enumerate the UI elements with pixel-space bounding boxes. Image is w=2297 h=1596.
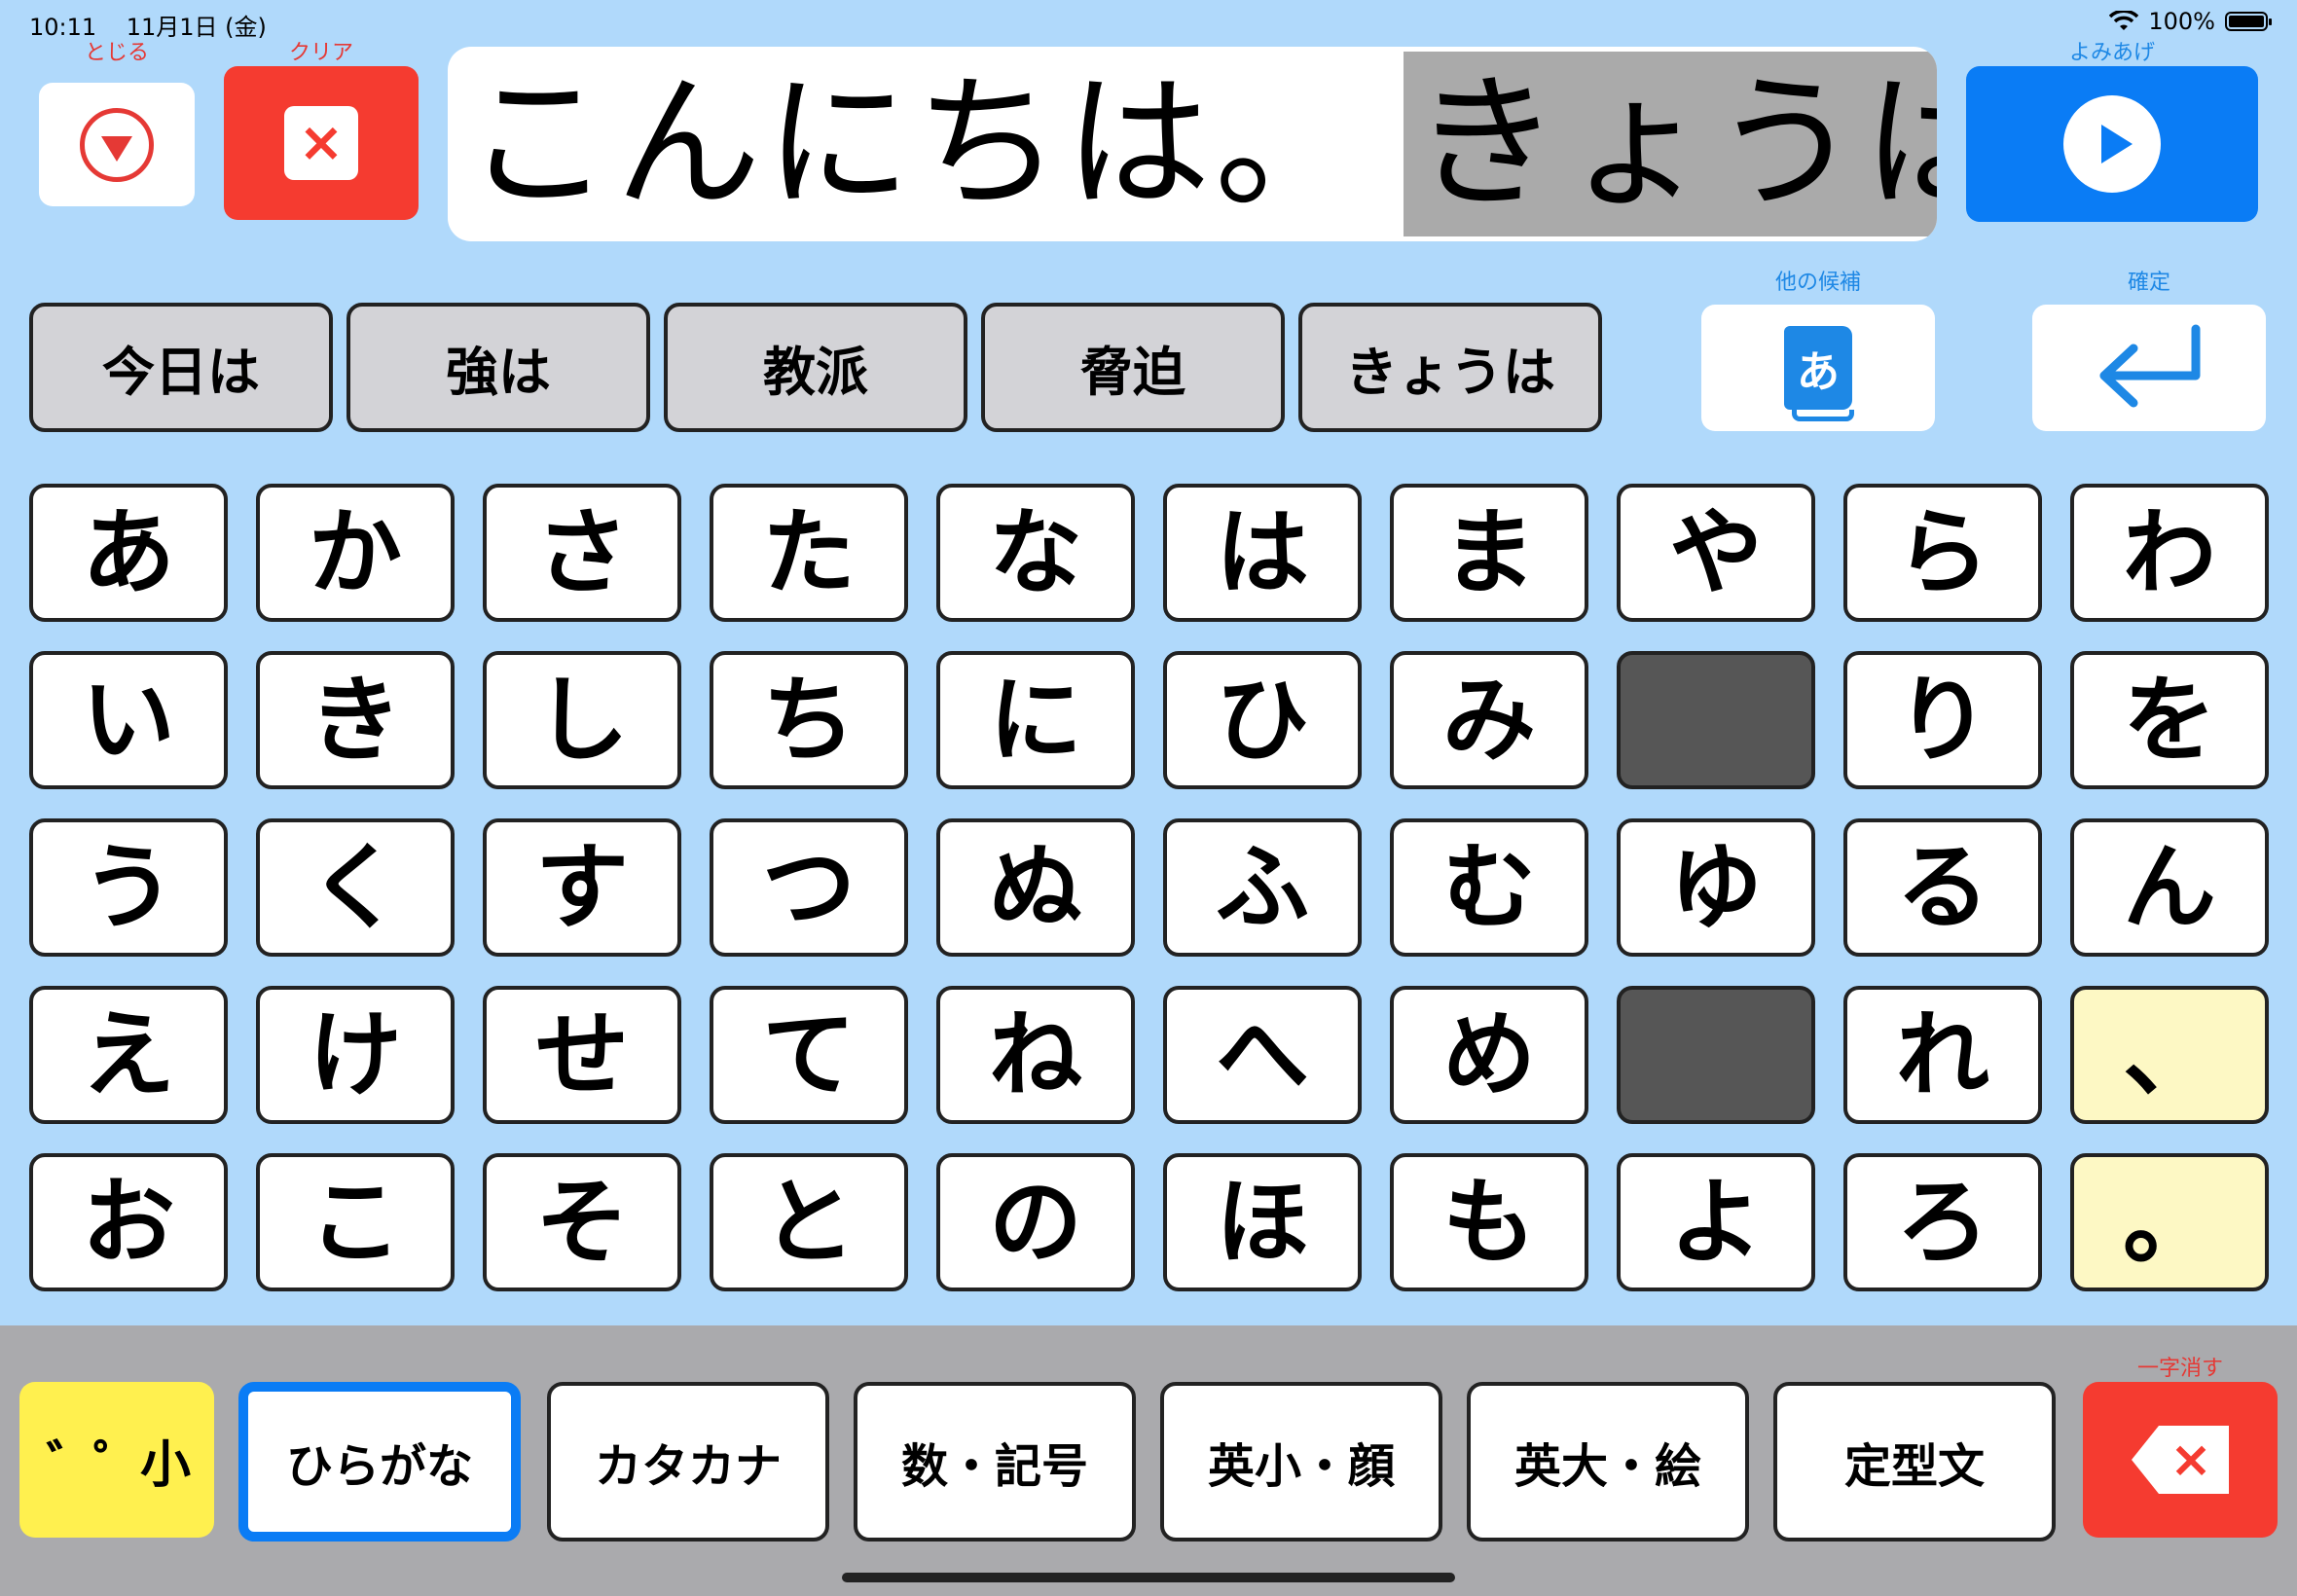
kana-key[interactable]: と	[710, 1153, 908, 1291]
kana-key[interactable]: お	[29, 1153, 228, 1291]
kana-key[interactable]: わ	[2070, 484, 2269, 622]
candidate-button[interactable]: 今日は	[29, 303, 333, 432]
candidate-button[interactable]: きょうは	[1298, 303, 1602, 432]
mode-hiragana[interactable]: ひらがな	[238, 1382, 521, 1542]
blank-key	[1617, 986, 1815, 1124]
kana-key[interactable]: ひ	[1163, 651, 1362, 789]
kana-key[interactable]: ら	[1843, 484, 2042, 622]
kana-key[interactable]: あ	[29, 484, 228, 622]
close-label: とじる	[84, 41, 149, 65]
kana-key[interactable]: め	[1390, 986, 1588, 1124]
backspace-icon: ×	[2132, 1426, 2229, 1494]
dakuten-button[interactable]: ゛゜小	[19, 1382, 214, 1538]
kana-key[interactable]: は	[1163, 484, 1362, 622]
mode-numbers-symbols[interactable]: 数・記号	[854, 1382, 1136, 1542]
home-indicator[interactable]	[842, 1573, 1455, 1582]
kana-key[interactable]: い	[29, 651, 228, 789]
kana-key[interactable]: み	[1390, 651, 1588, 789]
kana-key[interactable]: こ	[256, 1153, 455, 1291]
kana-key[interactable]: く	[256, 818, 455, 957]
text-display[interactable]: こんにちは。 きょうは	[448, 47, 1937, 241]
return-icon	[2099, 324, 2201, 408]
candidate-button[interactable]: 脅迫	[981, 303, 1285, 432]
kana-key[interactable]: そ	[483, 1153, 681, 1291]
other-candidates-label: 他の候補	[1774, 271, 1861, 295]
speak-label: よみあげ	[2068, 41, 2155, 65]
kana-key[interactable]: す	[483, 818, 681, 957]
dictionary-icon: あ	[1784, 326, 1854, 421]
kana-key[interactable]: け	[256, 986, 455, 1124]
kana-key[interactable]: う	[29, 818, 228, 957]
kana-key[interactable]: か	[256, 484, 455, 622]
confirm-label: 確定	[2127, 271, 2170, 295]
wifi-icon	[2109, 11, 2139, 30]
kana-key[interactable]: せ	[483, 986, 681, 1124]
kana-key[interactable]: に	[936, 651, 1135, 789]
kana-key[interactable]: き	[256, 651, 455, 789]
kana-key[interactable]: て	[710, 986, 908, 1124]
status-right: 100%	[2109, 8, 2272, 35]
kana-key[interactable]: ね	[936, 986, 1135, 1124]
kana-key[interactable]: さ	[483, 484, 681, 622]
clear-x-icon: ×	[284, 106, 358, 180]
kana-key[interactable]: え	[29, 986, 228, 1124]
composing-text: きょうは	[1404, 52, 1937, 236]
kana-key[interactable]: の	[936, 1153, 1135, 1291]
battery-icon	[2225, 12, 2272, 31]
mode-katakana[interactable]: カタカナ	[547, 1382, 829, 1542]
period-key[interactable]: 。	[2070, 1153, 2269, 1291]
kana-key[interactable]: り	[1843, 651, 2042, 789]
close-down-icon	[80, 107, 154, 182]
mode-uppercase-pictures[interactable]: 英大・絵	[1467, 1382, 1749, 1542]
kana-key[interactable]: ろ	[1843, 1153, 2042, 1291]
mode-lowercase-faces[interactable]: 英小・顔	[1160, 1382, 1442, 1542]
candidate-button[interactable]: 強は	[346, 303, 650, 432]
kana-key[interactable]: む	[1390, 818, 1588, 957]
candidate-button[interactable]: 教派	[664, 303, 967, 432]
other-candidates-button[interactable]: あ	[1701, 305, 1935, 431]
kana-key[interactable]: る	[1843, 818, 2042, 957]
kana-key[interactable]: つ	[710, 818, 908, 957]
battery-percent: 100%	[2148, 8, 2215, 35]
kana-key[interactable]: を	[2070, 651, 2269, 789]
committed-text: こんにちは。	[465, 59, 1366, 229]
kana-key[interactable]: ち	[710, 651, 908, 789]
kana-key[interactable]: ほ	[1163, 1153, 1362, 1291]
kana-key[interactable]: よ	[1617, 1153, 1815, 1291]
kana-key[interactable]: し	[483, 651, 681, 789]
kana-key[interactable]: な	[936, 484, 1135, 622]
kana-key[interactable]: ぬ	[936, 818, 1135, 957]
kana-key[interactable]: も	[1390, 1153, 1588, 1291]
kana-key[interactable]: ん	[2070, 818, 2269, 957]
clear-label: クリア	[288, 41, 353, 65]
mode-fixed-phrases[interactable]: 定型文	[1773, 1382, 2056, 1542]
close-button[interactable]	[39, 83, 195, 206]
speak-button[interactable]	[1966, 66, 2258, 222]
dakuten-label: ゛゜小	[46, 1435, 191, 1495]
blank-key	[1617, 651, 1815, 789]
delete-char-button[interactable]: ×	[2083, 1382, 2278, 1538]
play-icon	[2063, 95, 2161, 193]
confirm-button[interactable]	[2032, 305, 2266, 431]
kana-key[interactable]: れ	[1843, 986, 2042, 1124]
kana-key[interactable]: ふ	[1163, 818, 1362, 957]
kana-key[interactable]: へ	[1163, 986, 1362, 1124]
comma-key[interactable]: 、	[2070, 986, 2269, 1124]
kana-key[interactable]: ま	[1390, 484, 1588, 622]
kana-key[interactable]: や	[1617, 484, 1815, 622]
kana-key[interactable]: た	[710, 484, 908, 622]
kana-key[interactable]: ゆ	[1617, 818, 1815, 957]
delete-label: 一字消す	[2136, 1357, 2223, 1381]
clear-button[interactable]: ×	[224, 66, 419, 220]
dictionary-glyph: あ	[1797, 347, 1840, 397]
